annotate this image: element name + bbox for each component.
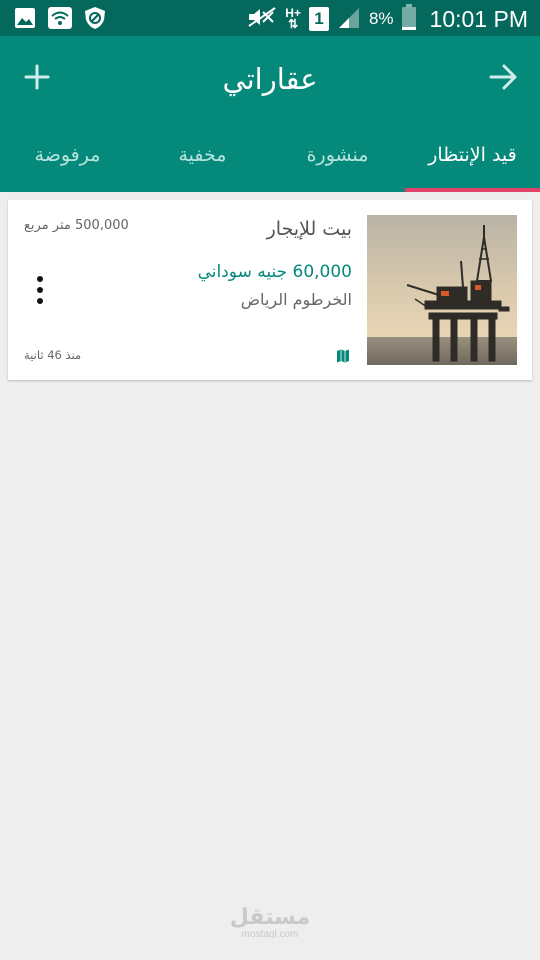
listing-card[interactable]: بيت للإيجار 60,000 جنيه سوداني الخرطوم ا…: [8, 200, 532, 380]
gallery-icon: [14, 7, 36, 33]
watermark-english: mostaql.com: [241, 929, 299, 940]
signal-icon: [337, 5, 361, 33]
battery-percent: 8%: [368, 9, 394, 28]
watermark-logo: مستقل mostaql.com: [220, 906, 320, 940]
page-title: عقاراتي: [222, 62, 318, 96]
tab-bar: قيد الإنتظار منشورة مخفية مرفوضة: [0, 136, 540, 192]
listing-area: 500,000 متر مربع: [24, 218, 129, 233]
tab-pending[interactable]: قيد الإنتظار: [405, 144, 540, 166]
status-bar: H+ ⇅ 1 8% 10:01 PM: [0, 0, 540, 36]
battery-icon: [401, 4, 416, 34]
arrow-right-icon: [489, 64, 517, 90]
listing-map-button[interactable]: [336, 348, 350, 363]
status-right-icons: H+ ⇅ 1 8% 10:01 PM: [247, 4, 528, 34]
mute-icon: [247, 6, 277, 32]
listing-menu-button[interactable]: [32, 274, 48, 306]
tab-rejected[interactable]: مرفوضة: [0, 144, 135, 166]
more-vert-icon: [37, 276, 43, 304]
active-tab-indicator: [405, 188, 540, 192]
listing-location: الخرطوم الرياض: [240, 290, 352, 309]
network-type: H+ ⇅: [285, 6, 301, 31]
vpn-shield-icon: [84, 6, 106, 34]
app-bar: عقاراتي قيد الإنتظار منشورة مخفية مرفوضة: [0, 36, 540, 192]
map-icon: [337, 349, 349, 363]
tab-hidden[interactable]: مخفية: [135, 144, 270, 166]
wifi-icon: [48, 7, 72, 33]
watermark-arabic: مستقل: [229, 905, 311, 930]
back-button[interactable]: [484, 58, 522, 96]
listing-image: [367, 215, 517, 365]
listing-price: 60,000 جنيه سوداني: [197, 262, 352, 282]
sim-slot-badge: 1: [308, 7, 329, 31]
status-left-icons: [14, 6, 106, 34]
clock: 10:01 PM: [429, 5, 528, 32]
listing-posted-time: منذ 46 ثانية: [24, 348, 82, 362]
tab-published[interactable]: منشورة: [270, 144, 405, 166]
listing-title: بيت للإيجار: [266, 218, 352, 240]
